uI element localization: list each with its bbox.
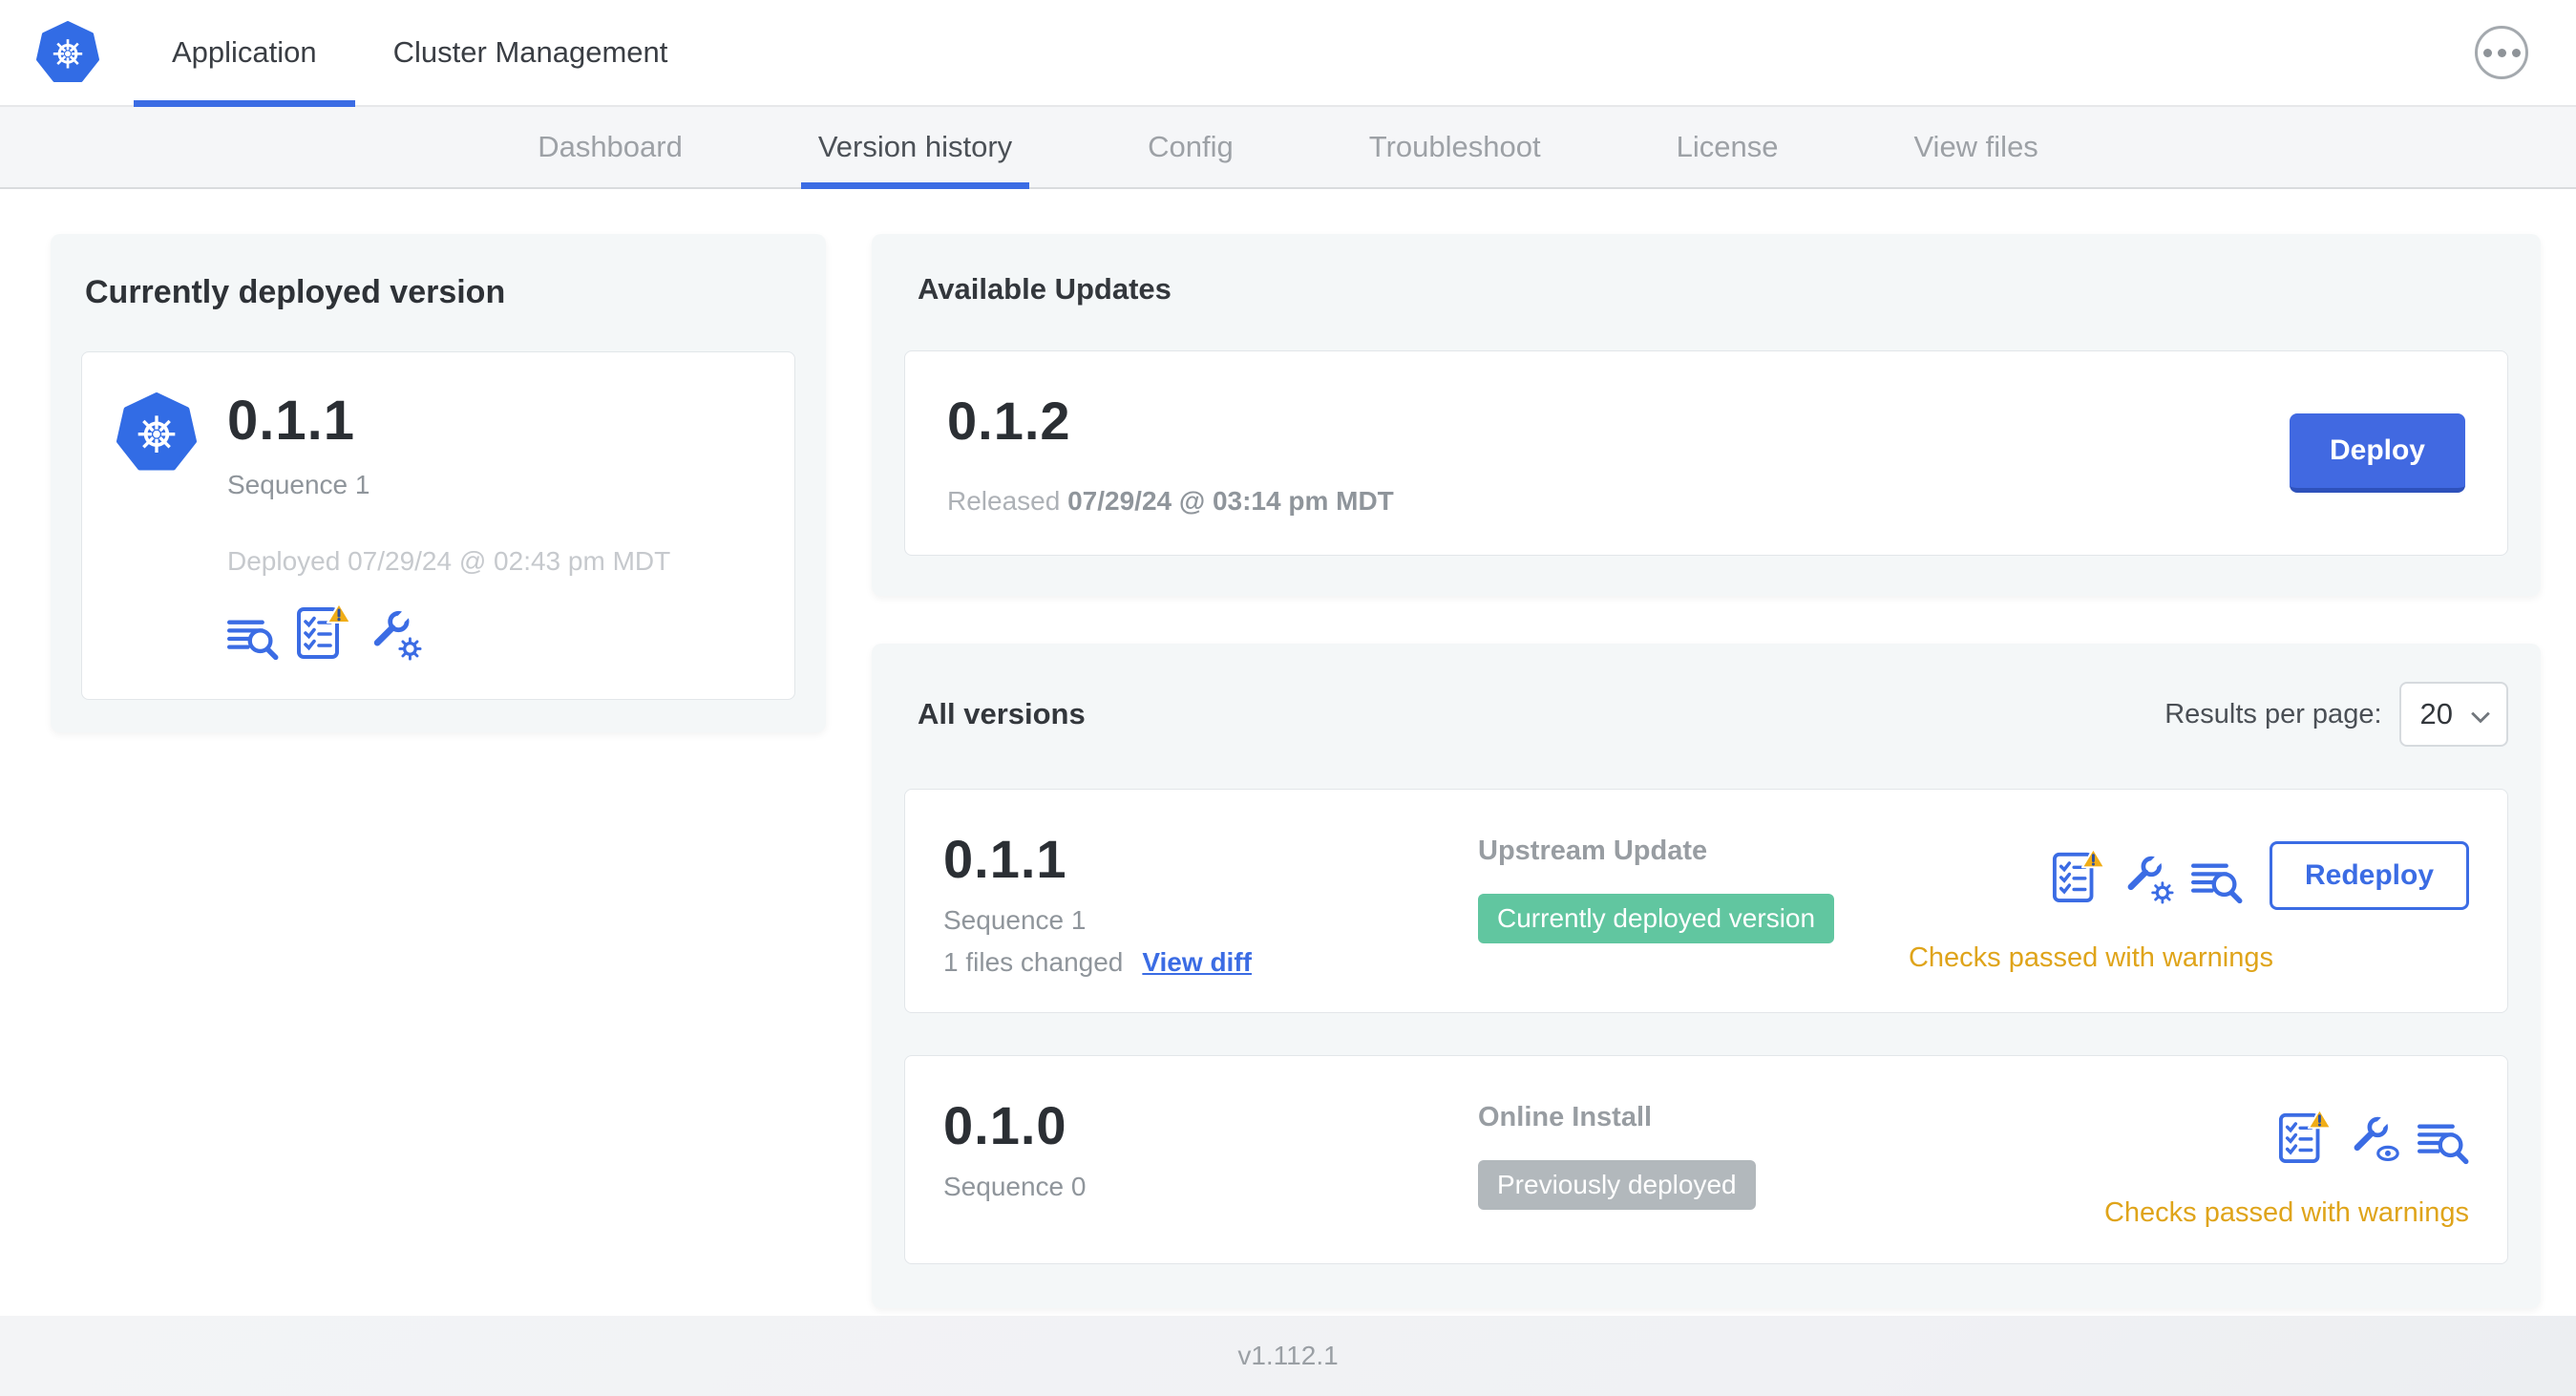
available-updates-card: Available Updates 0.1.2 Released 07/29/2… bbox=[872, 234, 2541, 596]
currently-deployed-card: Currently deployed version 0.1.1 Sequenc… bbox=[51, 234, 826, 732]
release-notes-icon[interactable] bbox=[2190, 860, 2243, 904]
update-released-timestamp: Released 07/29/24 @ 03:14 pm MDT bbox=[947, 486, 1394, 516]
ellipsis-menu-button[interactable] bbox=[2475, 26, 2528, 79]
edit-config-icon[interactable] bbox=[2122, 853, 2174, 904]
row-sequence: Sequence 1 bbox=[943, 905, 1087, 935]
tab-cluster-management-label: Cluster Management bbox=[392, 35, 668, 69]
kubernetes-app-icon bbox=[116, 389, 197, 661]
tab-troubleshoot[interactable]: Troubleshoot bbox=[1362, 107, 1549, 187]
tab-cluster-management[interactable]: Cluster Management bbox=[355, 0, 707, 105]
edit-config-icon[interactable] bbox=[369, 607, 422, 661]
preflight-status-link[interactable]: Checks passed with warnings bbox=[1909, 942, 2469, 974]
release-notes-icon[interactable] bbox=[2418, 1121, 2469, 1165]
tab-dashboard[interactable]: Dashboard bbox=[530, 107, 690, 187]
app-subnav: Dashboard Version history Config Trouble… bbox=[0, 107, 2576, 189]
main-content: Currently deployed version 0.1.1 Sequenc… bbox=[0, 189, 2576, 1316]
deployed-sequence: Sequence 1 bbox=[227, 470, 370, 499]
tab-application-label: Application bbox=[172, 35, 317, 69]
app-tabs: Application Cluster Management bbox=[134, 0, 707, 107]
row-version-number: 0.1.0 bbox=[943, 1095, 1067, 1155]
version-row-0-1-1: 0.1.1 Sequence 1 1 files changed View di… bbox=[904, 789, 2508, 1013]
deployed-timestamp: Deployed 07/29/24 @ 02:43 pm MDT bbox=[227, 546, 671, 576]
release-notes-icon[interactable] bbox=[227, 617, 279, 661]
redeploy-button[interactable]: Redeploy bbox=[2269, 841, 2469, 910]
currently-deployed-badge: Currently deployed version bbox=[1478, 894, 1835, 943]
ellipsis-icon bbox=[2482, 48, 2492, 57]
deployed-version-number: 0.1.1 bbox=[227, 390, 355, 452]
all-versions-card: All versions Results per page: 20 0.1.1 … bbox=[872, 644, 2541, 1308]
row-sequence: Sequence 0 bbox=[943, 1172, 1087, 1201]
version-source-label: Upstream Update bbox=[1478, 835, 1708, 866]
currently-deployed-version-card: 0.1.1 Sequence 1 Deployed 07/29/24 @ 02:… bbox=[81, 351, 795, 700]
chevron-down-icon bbox=[2470, 697, 2491, 731]
view-diff-link[interactable]: View diff bbox=[1142, 947, 1252, 978]
available-update-row: 0.1.2 Released 07/29/24 @ 03:14 pm MDT D… bbox=[904, 350, 2508, 556]
tab-application[interactable]: Application bbox=[134, 0, 355, 107]
view-config-icon[interactable] bbox=[2349, 1113, 2400, 1165]
preflight-status-link[interactable]: Checks passed with warnings bbox=[2104, 1197, 2469, 1229]
deploy-button[interactable]: Deploy bbox=[2289, 413, 2465, 493]
preflight-checks-warning-icon[interactable] bbox=[2278, 1108, 2332, 1165]
preflight-checks-warning-icon[interactable] bbox=[296, 602, 351, 661]
row-version-number: 0.1.1 bbox=[943, 829, 1067, 889]
available-updates-title: Available Updates bbox=[918, 272, 1172, 306]
console-version-label: v1.112.1 bbox=[1237, 1341, 1339, 1370]
previously-deployed-badge: Previously deployed bbox=[1478, 1160, 1756, 1210]
files-changed-label: 1 files changed bbox=[943, 947, 1124, 977]
tab-view-files[interactable]: View files bbox=[1906, 107, 2045, 187]
app-footer: v1.112.1 bbox=[0, 1316, 2576, 1396]
version-source-label: Online Install bbox=[1478, 1102, 1653, 1132]
results-per-page-label: Results per page: bbox=[2164, 698, 2382, 730]
tab-config[interactable]: Config bbox=[1140, 107, 1241, 187]
kubernetes-logo-icon bbox=[36, 21, 99, 84]
tab-version-history[interactable]: Version history bbox=[800, 107, 1030, 189]
version-row-0-1-0: 0.1.0 Sequence 0 Online Install Previous… bbox=[904, 1055, 2508, 1264]
top-bar: Application Cluster Management bbox=[0, 0, 2576, 107]
all-versions-title: All versions bbox=[918, 697, 1086, 730]
update-version-number: 0.1.2 bbox=[947, 391, 1071, 451]
results-per-page-select[interactable]: 20 bbox=[2398, 682, 2508, 747]
tab-license[interactable]: License bbox=[1669, 107, 1786, 187]
currently-deployed-title: Currently deployed version bbox=[85, 274, 506, 310]
preflight-checks-warning-icon[interactable] bbox=[2052, 847, 2105, 904]
